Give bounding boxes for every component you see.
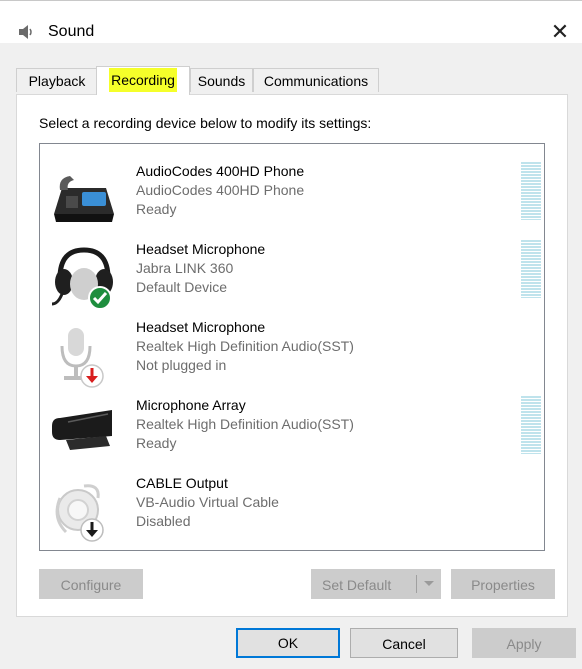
tab-sounds[interactable]: Sounds <box>190 68 253 92</box>
level-meter <box>521 396 541 454</box>
headset-icon <box>51 247 113 310</box>
tab-communications[interactable]: Communications <box>253 68 379 92</box>
device-item-jabra-headset[interactable]: Headset Microphone Jabra LINK 360 Defaul… <box>40 240 544 318</box>
device-name: AudioCodes 400HD Phone <box>136 163 305 179</box>
tab-playback[interactable]: Playback <box>16 68 98 92</box>
device-description: AudioCodes 400HD Phone <box>136 182 305 198</box>
device-item-cable-output[interactable]: CABLE Output VB-Audio Virtual Cable Disa… <box>40 474 544 552</box>
title-bar: Sound ✕ <box>0 1 582 45</box>
desk-phone-icon <box>54 176 114 222</box>
properties-button[interactable]: Properties <box>451 569 555 599</box>
tab-recording-label: Recording <box>109 68 177 92</box>
window-title: Sound <box>48 23 95 40</box>
device-status: Disabled <box>136 513 191 529</box>
level-meter <box>521 240 541 298</box>
split-separator <box>416 575 417 593</box>
device-status: Default Device <box>136 279 228 295</box>
set-default-label: Set Default <box>322 577 392 593</box>
device-status: Ready <box>136 435 177 451</box>
apply-button[interactable]: Apply <box>472 628 576 658</box>
device-item-microphone-array[interactable]: Microphone Array Realtek High Definition… <box>40 396 544 474</box>
chevron-down-icon[interactable] <box>420 570 438 598</box>
configure-button[interactable]: Configure <box>39 569 143 599</box>
recording-panel: Select a recording device below to modif… <box>16 94 568 617</box>
level-meter <box>521 162 541 220</box>
cancel-button[interactable]: Cancel <box>350 628 458 658</box>
device-name: CABLE Output <box>136 475 228 491</box>
device-name: Headset Microphone <box>136 241 266 257</box>
device-item-audiocodes[interactable]: AudioCodes 400HD Phone AudioCodes 400HD … <box>40 162 544 240</box>
device-description: Realtek High Definition Audio(SST) <box>136 416 354 432</box>
tab-communications-label: Communications <box>263 73 369 89</box>
device-description: VB-Audio Virtual Cable <box>136 494 279 510</box>
device-name: Headset Microphone <box>136 319 266 335</box>
set-default-split-button[interactable]: Set Default <box>311 569 441 599</box>
device-item-realtek-headset[interactable]: Headset Microphone Realtek High Definiti… <box>40 318 544 396</box>
speaker-icon <box>19 25 32 39</box>
device-description: Realtek High Definition Audio(SST) <box>136 338 354 354</box>
microphone-array-icon <box>52 410 112 450</box>
device-name: Microphone Array <box>136 397 246 413</box>
close-button[interactable]: ✕ <box>546 19 574 45</box>
microphone-icon <box>60 328 104 388</box>
cable-device-icon <box>55 484 104 542</box>
instruction-text: Select a recording device below to modif… <box>39 115 372 131</box>
ok-button[interactable]: OK <box>236 628 340 658</box>
device-status: Ready <box>136 201 177 217</box>
device-list[interactable]: AudioCodes 400HD Phone AudioCodes 400HD … <box>39 143 545 551</box>
tab-playback-label: Playback <box>28 73 86 89</box>
tab-recording[interactable]: Recording <box>96 66 190 95</box>
tab-sounds-label: Sounds <box>197 73 246 89</box>
device-description: Jabra LINK 360 <box>136 260 234 276</box>
device-status: Not plugged in <box>136 357 227 373</box>
